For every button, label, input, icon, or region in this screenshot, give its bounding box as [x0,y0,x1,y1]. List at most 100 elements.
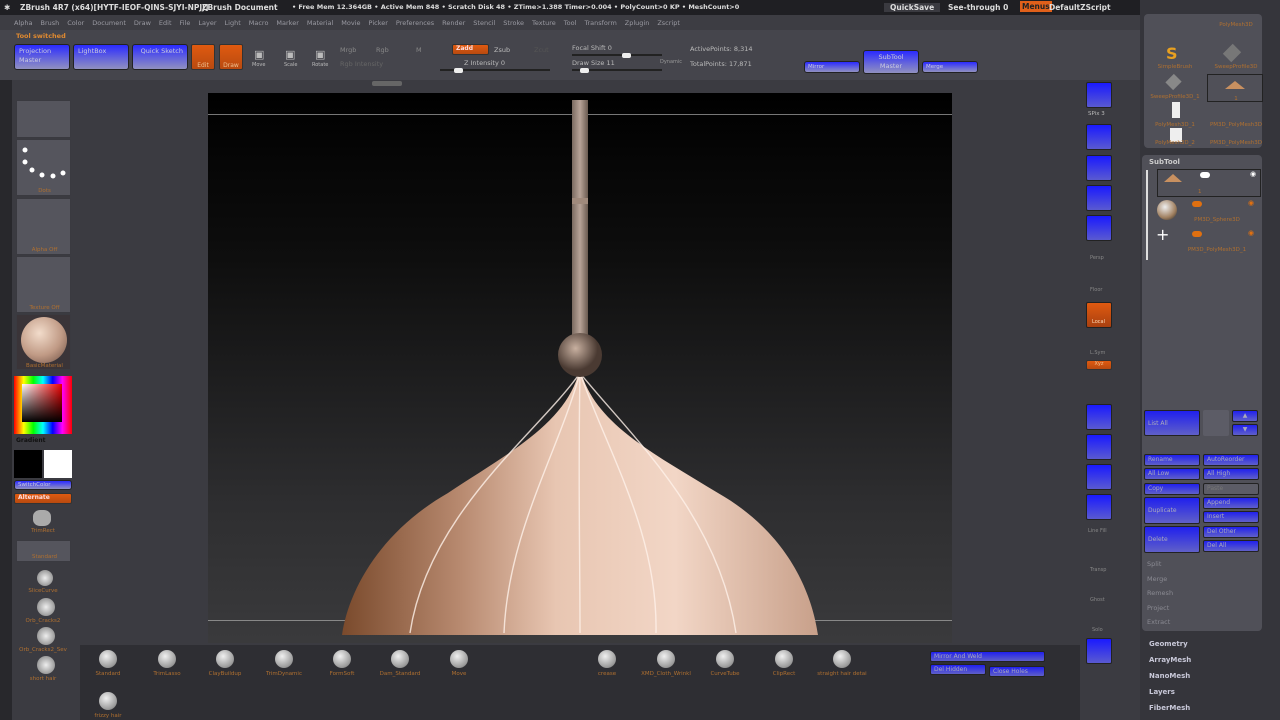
copy-button[interactable]: Copy [1144,483,1200,495]
menu-item[interactable]: Alpha [14,19,32,27]
del-all-button[interactable]: Del All [1203,540,1259,552]
subtool-item[interactable]: PM3D_PolyMesh3D_1 [1172,247,1262,253]
frame-button[interactable] [1086,404,1112,430]
mrgb-button[interactable]: Mrgb [340,46,356,54]
del-hidden-button[interactable]: Del Hidden [930,664,986,675]
brush-crease[interactable]: crease [577,650,637,677]
brush-straight-hair[interactable]: straight hair detai [812,650,872,677]
linefill-button[interactable]: Line Fill [1088,528,1107,534]
quick-sketch-button[interactable]: Quick Sketch [132,44,188,70]
left-tray-edge[interactable] [0,80,12,720]
menu-item[interactable]: Picker [369,19,388,27]
brush-standard[interactable]: Standard [78,650,138,677]
see-through-slider[interactable]: See-through 0 [948,3,1008,12]
eye-icon[interactable]: ◉ [1250,170,1256,178]
del-other-button[interactable]: Del Other [1203,526,1259,538]
move-button[interactable]: Move [252,62,265,68]
menu-item[interactable]: Stroke [503,19,524,27]
brush-trimdynamic[interactable]: TrimDynamic [254,650,314,677]
sweep1-icon[interactable] [1165,73,1182,91]
tool-item[interactable]: PolyMesh3D_2 [1146,140,1204,146]
tool-item[interactable]: PM3D_PolyMesh3D [1206,122,1266,128]
tool-item[interactable]: SimpleBrush [1146,64,1204,70]
edit-button[interactable]: Edit [191,44,215,70]
menu-item[interactable]: Preferences [396,19,434,27]
zoom-button[interactable] [1086,155,1112,181]
floor-button[interactable]: Floor [1090,287,1102,293]
merge-button[interactable]: Merge [922,61,978,73]
menu-item[interactable]: Layer [198,19,216,27]
menu-item[interactable]: Light [225,19,241,27]
menu-item[interactable]: Transform [584,19,616,27]
orb-cracks-icon[interactable] [37,598,55,616]
arraymesh-section[interactable]: ArrayMesh [1149,656,1191,664]
visibility-toggle[interactable] [1192,201,1202,207]
duplicate-button[interactable]: Duplicate [1144,497,1200,524]
focal-shift-slider[interactable]: Focal Shift 0 [572,44,612,52]
tool-item[interactable]: SweepProfile3D_1 [1146,94,1204,100]
slicecurve-icon[interactable] [37,570,53,586]
brush-dam-standard[interactable]: Dam_Standard [370,650,430,677]
shelf-item[interactable]: TrimRect [14,528,72,534]
bpr-button[interactable] [1086,82,1112,108]
trimrect-icon[interactable] [33,510,51,526]
shelf-item[interactable]: Standard [16,540,71,562]
persp-button[interactable]: Persp [1090,255,1104,261]
menu-item[interactable]: Texture [532,19,556,27]
main-color-swatch[interactable] [14,450,42,478]
projection-master-button[interactable]: Projection Master [14,44,70,70]
top-scrollbar[interactable] [372,81,402,86]
rotate-button[interactable]: Rotate [312,62,328,68]
menu-item[interactable]: Document [92,19,126,27]
ghost-button[interactable]: Ghost [1090,597,1105,603]
draw-size-track[interactable] [572,67,662,73]
polymesh-icon[interactable] [1172,102,1180,118]
draw-button[interactable]: Draw [219,44,243,70]
zcut-button[interactable]: Zcut [534,46,549,54]
rotate-icon[interactable]: ▣ [315,48,325,61]
shelf-item[interactable]: SliceCurve [14,588,72,594]
script-button[interactable]: DefaultZScript [1049,3,1111,12]
brush-formsoft[interactable]: FormSoft [312,650,372,677]
zadd-button[interactable]: Zadd [452,44,489,55]
menu-item[interactable]: Tool [564,19,577,27]
project-menu[interactable]: Project [1147,604,1169,612]
brush-cloth-wrinkle[interactable]: XMD_Cloth_Wrinkl [636,650,696,677]
scroll-button[interactable] [1086,124,1112,150]
transp-button[interactable]: Transp [1090,567,1106,573]
brush-claybuildup[interactable]: ClayBuildup [195,650,255,677]
simplebrush-icon[interactable]: S [1166,44,1178,63]
menu-item[interactable]: Movie [341,19,360,27]
brush-frizzy-hair[interactable]: frizzy hair [78,692,138,719]
delete-button[interactable]: Delete [1144,526,1200,553]
brush-curvetube[interactable]: CurveTube [695,650,755,677]
menu-item[interactable]: Zscript [657,19,680,27]
menu-item[interactable]: Material [307,19,333,27]
orb-cracks-sev-icon[interactable] [37,627,55,645]
rename-button[interactable]: Rename [1144,454,1200,466]
menu-item[interactable]: Render [442,19,465,27]
z-intensity-track[interactable] [440,67,550,73]
split-menu[interactable]: Split [1147,560,1161,568]
insert-button[interactable]: Insert [1203,511,1259,523]
geometry-section[interactable]: Geometry [1149,640,1188,648]
eye-icon[interactable]: ◉ [1248,229,1254,237]
rotate-view-button[interactable] [1086,494,1112,520]
quicksave-button[interactable]: QuickSave [884,3,941,12]
lsym-button[interactable]: L.Sym [1090,350,1105,356]
tool-item[interactable]: SweepProfile3D [1206,64,1266,70]
stroke-thumbnail[interactable]: Dots [16,139,71,196]
solo-button[interactable]: Solo [1092,627,1103,633]
brush-cliprect[interactable]: ClipRect [754,650,814,677]
menu-item[interactable]: Marker [276,19,298,27]
secondary-color-swatch[interactable] [44,450,72,478]
eye-icon[interactable]: ◉ [1248,199,1254,207]
all-high-button[interactable]: All High [1203,468,1259,480]
color-picker[interactable] [14,376,72,434]
list-all-button[interactable]: List All [1144,410,1200,436]
menu-item[interactable]: Macro [249,19,269,27]
extract-menu[interactable]: Extract [1147,618,1170,626]
rgb-intensity-slider[interactable]: Rgb Intensity [340,60,383,68]
visibility-toggle[interactable] [1200,172,1210,178]
draw-size-slider[interactable]: Draw Size 11 [572,59,615,67]
